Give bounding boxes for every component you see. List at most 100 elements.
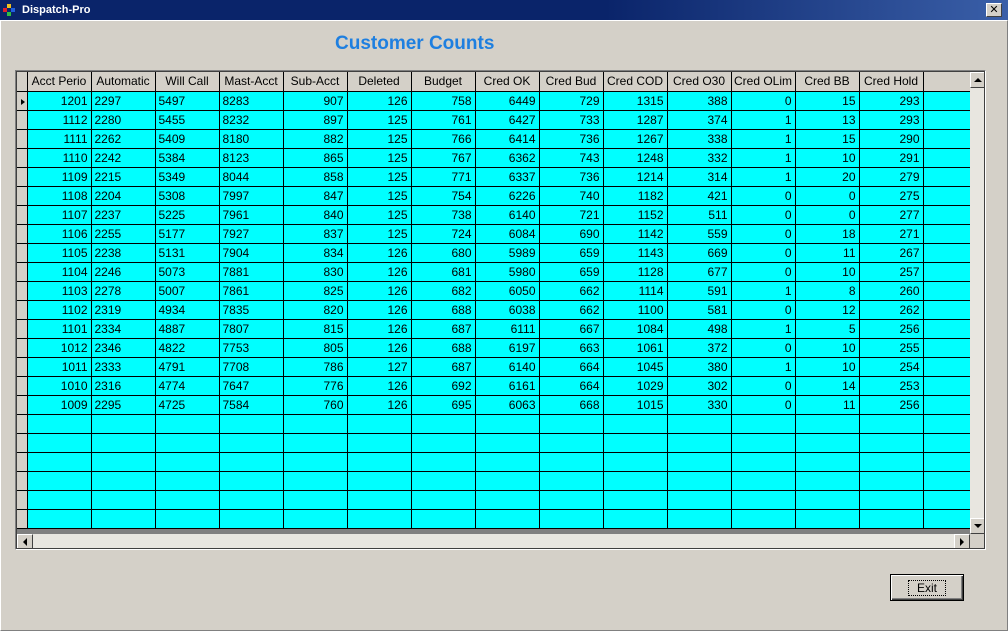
table-cell[interactable] bbox=[219, 490, 284, 510]
table-cell[interactable]: 1111 bbox=[27, 129, 92, 149]
table-cell[interactable] bbox=[859, 414, 924, 434]
table-cell[interactable]: 1 bbox=[731, 148, 796, 168]
row-indicator[interactable] bbox=[17, 490, 28, 510]
column-header[interactable]: Budget bbox=[411, 72, 476, 92]
table-cell[interactable] bbox=[27, 509, 92, 529]
table-cell[interactable]: 0 bbox=[731, 243, 796, 263]
customer-counts-grid[interactable]: Acct Perio Automatic Will Call Mast-Acct Sub… bbox=[15, 70, 986, 550]
table-cell[interactable]: 126 bbox=[347, 281, 412, 301]
table-cell[interactable] bbox=[155, 414, 220, 434]
table-cell[interactable] bbox=[923, 395, 972, 415]
table-cell[interactable]: 581 bbox=[667, 300, 732, 320]
table-cell[interactable]: 2238 bbox=[91, 243, 156, 263]
table-cell[interactable]: 0 bbox=[731, 338, 796, 358]
table-cell[interactable]: 690 bbox=[539, 224, 604, 244]
table-cell[interactable]: 834 bbox=[283, 243, 348, 263]
table-cell[interactable]: 729 bbox=[539, 91, 604, 111]
row-indicator[interactable] bbox=[17, 414, 28, 434]
table-cell[interactable]: 255 bbox=[859, 338, 924, 358]
table-cell[interactable]: 293 bbox=[859, 110, 924, 130]
table-cell[interactable] bbox=[795, 490, 860, 510]
table-cell[interactable] bbox=[475, 509, 540, 529]
table-cell[interactable]: 5989 bbox=[475, 243, 540, 263]
table-cell[interactable]: 2346 bbox=[91, 338, 156, 358]
table-cell[interactable]: 681 bbox=[411, 262, 476, 282]
table-cell[interactable] bbox=[859, 452, 924, 472]
table-cell[interactable]: 1 bbox=[731, 167, 796, 187]
vertical-scrollbar[interactable] bbox=[970, 72, 984, 534]
table-cell[interactable]: 5073 bbox=[155, 262, 220, 282]
table-cell[interactable]: 5308 bbox=[155, 186, 220, 206]
table-cell[interactable] bbox=[923, 414, 972, 434]
table-cell[interactable]: 4791 bbox=[155, 357, 220, 377]
table-cell[interactable]: 591 bbox=[667, 281, 732, 301]
table-cell[interactable] bbox=[475, 490, 540, 510]
table-cell[interactable] bbox=[795, 509, 860, 529]
table-cell[interactable]: 2204 bbox=[91, 186, 156, 206]
column-header[interactable]: Acct Perio bbox=[27, 72, 92, 92]
table-cell[interactable]: 1015 bbox=[603, 395, 668, 415]
table-cell[interactable] bbox=[859, 490, 924, 510]
table-cell[interactable]: 7807 bbox=[219, 319, 284, 339]
table-cell[interactable] bbox=[475, 452, 540, 472]
table-cell[interactable]: 771 bbox=[411, 167, 476, 187]
table-cell[interactable]: 786 bbox=[283, 357, 348, 377]
row-indicator[interactable] bbox=[17, 319, 28, 339]
row-indicator[interactable] bbox=[17, 471, 28, 491]
table-cell[interactable]: 18 bbox=[795, 224, 860, 244]
table-cell[interactable] bbox=[923, 110, 972, 130]
table-cell[interactable]: 1106 bbox=[27, 224, 92, 244]
table-cell[interactable] bbox=[27, 490, 92, 510]
table-cell[interactable]: 858 bbox=[283, 167, 348, 187]
table-cell[interactable]: 10 bbox=[795, 262, 860, 282]
table-cell[interactable]: 125 bbox=[347, 148, 412, 168]
table-cell[interactable]: 1287 bbox=[603, 110, 668, 130]
table-row[interactable]: 1104 2246 5073 7881 830 126 681 5980 659 1128 677 0… bbox=[17, 262, 972, 282]
table-cell[interactable]: 687 bbox=[411, 357, 476, 377]
table-cell[interactable] bbox=[91, 490, 156, 510]
table-cell[interactable] bbox=[923, 338, 972, 358]
table-cell[interactable] bbox=[923, 300, 972, 320]
table-cell[interactable] bbox=[155, 509, 220, 529]
table-cell[interactable] bbox=[539, 490, 604, 510]
table-cell[interactable]: 126 bbox=[347, 243, 412, 263]
row-indicator[interactable] bbox=[17, 224, 28, 244]
close-button[interactable]: ✕ bbox=[986, 3, 1002, 17]
table-row[interactable]: 1111 2262 5409 8180 882 125 766 6414 736 1267 338 1… bbox=[17, 129, 972, 149]
table-cell[interactable]: 1045 bbox=[603, 357, 668, 377]
table-cell[interactable] bbox=[219, 471, 284, 491]
table-row[interactable]: 1009 2295 4725 7584 760 126 695 6063 668 1015 330 0… bbox=[17, 395, 972, 415]
table-cell[interactable]: 2319 bbox=[91, 300, 156, 320]
table-cell[interactable]: 11 bbox=[795, 243, 860, 263]
table-cell[interactable]: 279 bbox=[859, 167, 924, 187]
table-cell[interactable]: 6050 bbox=[475, 281, 540, 301]
table-cell[interactable]: 1011 bbox=[27, 357, 92, 377]
table-cell[interactable]: 271 bbox=[859, 224, 924, 244]
table-row[interactable]: 1108 2204 5308 7997 847 125 754 6226 740 1182 421 0… bbox=[17, 186, 972, 206]
row-indicator[interactable] bbox=[17, 452, 28, 472]
table-cell[interactable]: 511 bbox=[667, 205, 732, 225]
table-cell[interactable]: 421 bbox=[667, 186, 732, 206]
table-cell[interactable]: 1029 bbox=[603, 376, 668, 396]
table-cell[interactable] bbox=[667, 414, 732, 434]
table-row[interactable]: 1109 2215 5349 8044 858 125 771 6337 736 1214 314 1… bbox=[17, 167, 972, 187]
table-cell[interactable]: 840 bbox=[283, 205, 348, 225]
table-cell[interactable]: 4725 bbox=[155, 395, 220, 415]
table-cell[interactable]: 0 bbox=[731, 300, 796, 320]
column-header[interactable]: Cred Bud bbox=[539, 72, 604, 92]
table-cell[interactable] bbox=[923, 91, 972, 111]
row-indicator[interactable] bbox=[17, 129, 28, 149]
table-cell[interactable]: 4774 bbox=[155, 376, 220, 396]
table-cell[interactable]: 5497 bbox=[155, 91, 220, 111]
table-cell[interactable]: 11 bbox=[795, 395, 860, 415]
table-cell[interactable] bbox=[603, 452, 668, 472]
column-header[interactable]: Sub-Acct bbox=[283, 72, 348, 92]
table-cell[interactable] bbox=[923, 148, 972, 168]
table-cell[interactable]: 4934 bbox=[155, 300, 220, 320]
table-cell[interactable]: 688 bbox=[411, 300, 476, 320]
row-indicator[interactable] bbox=[17, 509, 28, 529]
table-cell[interactable] bbox=[539, 452, 604, 472]
row-indicator[interactable] bbox=[17, 338, 28, 358]
table-cell[interactable]: 837 bbox=[283, 224, 348, 244]
table-cell[interactable]: 6197 bbox=[475, 338, 540, 358]
